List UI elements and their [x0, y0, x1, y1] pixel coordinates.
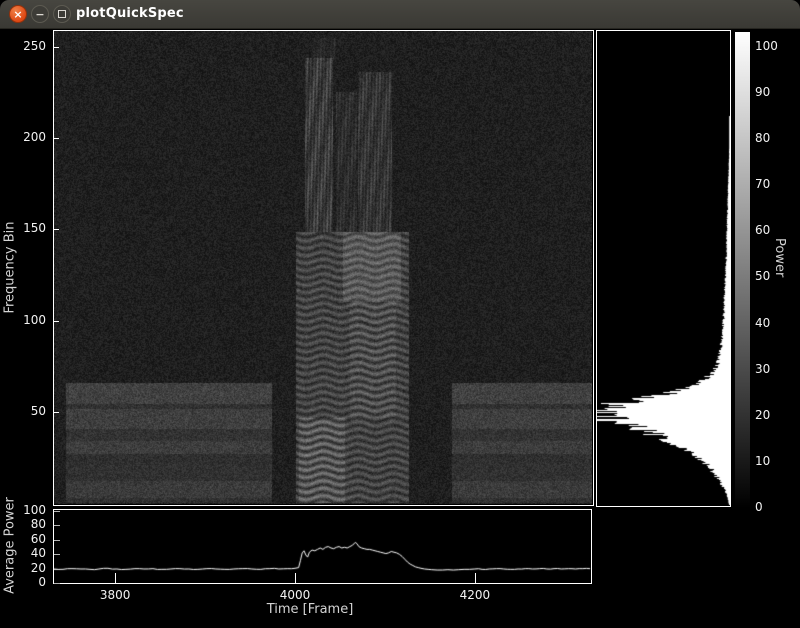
frequency-tick-mark — [54, 138, 59, 139]
frequency-tick-label: 200 — [2, 130, 46, 144]
time-tick-label: 4000 — [265, 588, 325, 602]
average-power-tick-mark — [54, 554, 60, 555]
frequency-tick-label: 50 — [2, 404, 46, 418]
minimize-button[interactable]: − — [31, 5, 49, 23]
colorbar-tick-label: 40 — [755, 316, 770, 330]
app-window: × − plotQuickSpec Power Frequency Bin Av… — [0, 0, 800, 628]
average-power-tick-label: 80 — [2, 517, 46, 531]
spectrogram-frame — [53, 30, 594, 506]
frequency-axis-title: Frequency Bin — [3, 168, 18, 368]
titlebar[interactable]: × − plotQuickSpec — [0, 0, 800, 29]
colorbar-tick-label: 100 — [755, 39, 778, 53]
maximize-icon — [58, 10, 66, 18]
colorbar-tick-label: 60 — [755, 223, 770, 237]
average-power-tick-mark — [54, 511, 60, 512]
colorbar — [735, 32, 750, 508]
average-power-frame — [53, 509, 592, 584]
maximize-button[interactable] — [53, 5, 71, 23]
average-power-tick-label: 20 — [2, 561, 46, 575]
colorbar-tick-label: 80 — [755, 131, 770, 145]
colorbar-tick-label: 70 — [755, 177, 770, 191]
frequency-tick-mark — [54, 47, 59, 48]
frequency-tick-label: 100 — [2, 313, 46, 327]
average-power-tick-label: 100 — [2, 503, 46, 517]
time-tick-mark — [475, 573, 476, 583]
colorbar-tick-label: 90 — [755, 85, 770, 99]
average-power-tick-mark — [54, 569, 60, 570]
average-power-tick-mark — [54, 525, 60, 526]
time-axis-title: Time [Frame] — [60, 602, 560, 617]
average-power-tick-label: 40 — [2, 546, 46, 560]
average-power-tick-mark — [54, 583, 60, 584]
colorbar-axis-title: Power — [772, 238, 787, 318]
average-power-tick-label: 60 — [2, 532, 46, 546]
frequency-tick-label: 250 — [2, 39, 46, 53]
time-tick-mark — [115, 573, 116, 583]
colorbar-tick-label: 30 — [755, 362, 770, 376]
average-power-tick-mark — [54, 540, 60, 541]
time-tick-mark — [295, 573, 296, 583]
colorbar-tick-label: 10 — [755, 454, 770, 468]
window-title: plotQuickSpec — [76, 0, 184, 28]
time-tick-label: 3800 — [85, 588, 145, 602]
frequency-tick-label: 150 — [2, 221, 46, 235]
colorbar-tick-label: 0 — [755, 500, 763, 514]
frequency-tick-mark — [54, 412, 59, 413]
colorbar-tick-label: 50 — [755, 269, 770, 283]
power-histogram-frame — [596, 30, 731, 507]
colorbar-tick-label: 20 — [755, 408, 770, 422]
frequency-tick-mark — [54, 229, 59, 230]
frequency-tick-mark — [54, 321, 59, 322]
time-tick-label: 4200 — [445, 588, 505, 602]
average-power-tick-label: 0 — [2, 575, 46, 589]
close-button[interactable]: × — [9, 5, 27, 23]
